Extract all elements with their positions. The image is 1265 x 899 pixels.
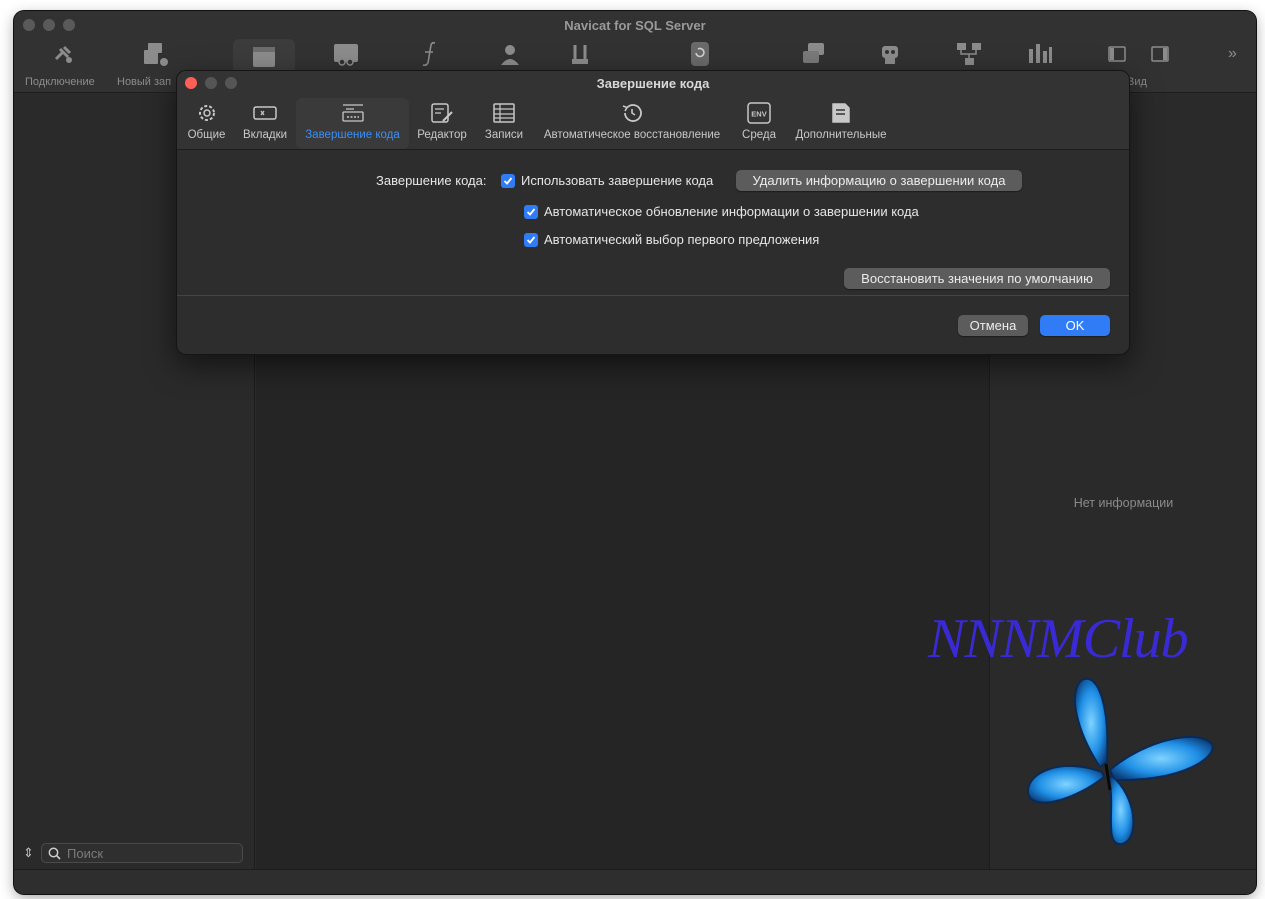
tab-advanced[interactable]: Дополнительные — [792, 98, 890, 149]
chart-button[interactable] — [1026, 41, 1054, 71]
tab-records-label: Записи — [484, 129, 524, 141]
connection-label: Подключение — [25, 76, 95, 88]
status-bar — [14, 869, 1256, 894]
tab-code-completion[interactable]: Завершение кода — [296, 98, 409, 149]
auto-update-checkbox[interactable] — [524, 205, 538, 219]
code-completion-icon — [341, 104, 364, 122]
backup-button[interactable] — [686, 41, 714, 71]
tab-code-completion-label: Завершение кода — [305, 129, 400, 141]
tab-tabs-label: Вкладки — [242, 129, 288, 141]
new-query-label: Новый зап — [117, 76, 172, 88]
toolbar-overflow-button[interactable]: » — [1228, 45, 1237, 63]
restore-defaults-button[interactable]: Восстановить значения по умолчанию — [844, 268, 1110, 289]
tab-environment[interactable]: ENV Среда — [738, 98, 780, 149]
chart-icon — [1029, 44, 1052, 63]
model-icon — [803, 43, 824, 63]
sort-icon[interactable]: ⇕ — [23, 845, 34, 861]
toggle-left-panel-button[interactable] — [1103, 41, 1131, 71]
search-icon — [48, 847, 61, 860]
records-icon — [493, 103, 515, 123]
tools-button[interactable] — [569, 41, 597, 71]
robot-icon — [882, 46, 898, 64]
dialog-title: Завершение кода — [596, 76, 710, 91]
checkmark-icon — [503, 177, 513, 185]
table-icon — [253, 47, 275, 67]
chevron-double-right-icon: » — [1228, 45, 1237, 62]
diagram-icon — [957, 43, 981, 65]
tab-tabs[interactable]: Вкладки — [237, 98, 293, 149]
tab-editor-label: Редактор — [417, 129, 467, 141]
editor-icon — [431, 103, 453, 123]
auto-update-label: Автоматическое обновление информации о з… — [544, 204, 919, 219]
tools-icon — [572, 45, 588, 64]
connection-button[interactable] — [48, 41, 76, 71]
tab-general[interactable]: Общие — [183, 98, 230, 149]
user-button[interactable] — [498, 41, 526, 71]
view-icon — [334, 44, 358, 66]
tab-advanced-label: Дополнительные — [795, 129, 887, 141]
backup-icon — [691, 42, 709, 66]
search-box[interactable] — [41, 843, 243, 863]
function-icon — [422, 41, 436, 67]
diagram-button[interactable] — [955, 41, 983, 71]
tab-records[interactable]: Записи — [480, 98, 528, 149]
tabs-icon — [253, 106, 277, 120]
tab-auto-recovery[interactable]: Автоматическое восстановление — [537, 98, 727, 149]
cancel-button[interactable]: Отмена — [958, 315, 1028, 336]
sidebar-left-icon — [1108, 46, 1126, 62]
auto-select-label: Автоматический выбор первого предложения — [544, 232, 820, 247]
search-input[interactable] — [67, 845, 237, 861]
advanced-icon — [832, 103, 850, 123]
gear-icon — [198, 105, 215, 121]
view-button[interactable] — [332, 41, 360, 71]
code-completion-dialog: Завершение кода Общие Вкладки Завершение… — [176, 70, 1130, 355]
plug-icon — [54, 45, 72, 63]
watermark-text: NNNMClub — [928, 608, 1189, 670]
code-completion-label: Завершение кода: — [376, 173, 487, 188]
tab-environment-label: Среда — [742, 129, 776, 141]
env-icon: ENV — [747, 102, 771, 124]
dialog-header: Завершение кода Общие Вкладки Завершение… — [177, 71, 1129, 150]
app-title: Navicat for SQL Server — [564, 18, 706, 33]
no-info-text: Нет информации — [1073, 496, 1174, 510]
model-button[interactable] — [800, 41, 828, 71]
history-icon — [622, 104, 642, 122]
auto-select-checkbox[interactable] — [524, 233, 538, 247]
use-completion-label: Использовать завершение кода — [521, 173, 714, 188]
new-query-icon — [144, 43, 168, 66]
dialog-separator — [177, 295, 1129, 296]
tab-auto-recovery-label: Автоматическое восстановление — [543, 129, 721, 141]
checkmark-icon — [526, 208, 536, 216]
toggle-right-panel-button[interactable] — [1146, 41, 1174, 71]
automation-button[interactable] — [876, 41, 904, 71]
env-icon-text: ENV — [751, 110, 766, 119]
use-completion-checkbox[interactable] — [501, 174, 515, 188]
function-button[interactable] — [416, 41, 444, 71]
user-icon — [501, 45, 519, 65]
delete-completion-info-button[interactable]: Удалить информацию о завершении кода — [736, 170, 1022, 191]
sidebar-right-icon — [1151, 46, 1169, 62]
checkmark-icon — [526, 236, 536, 244]
tab-general-label: Общие — [187, 129, 226, 141]
new-query-button[interactable] — [142, 41, 170, 71]
ok-button[interactable]: OK — [1040, 315, 1110, 336]
butterfly-icon — [1026, 677, 1214, 846]
tab-editor[interactable]: Редактор — [413, 98, 471, 149]
